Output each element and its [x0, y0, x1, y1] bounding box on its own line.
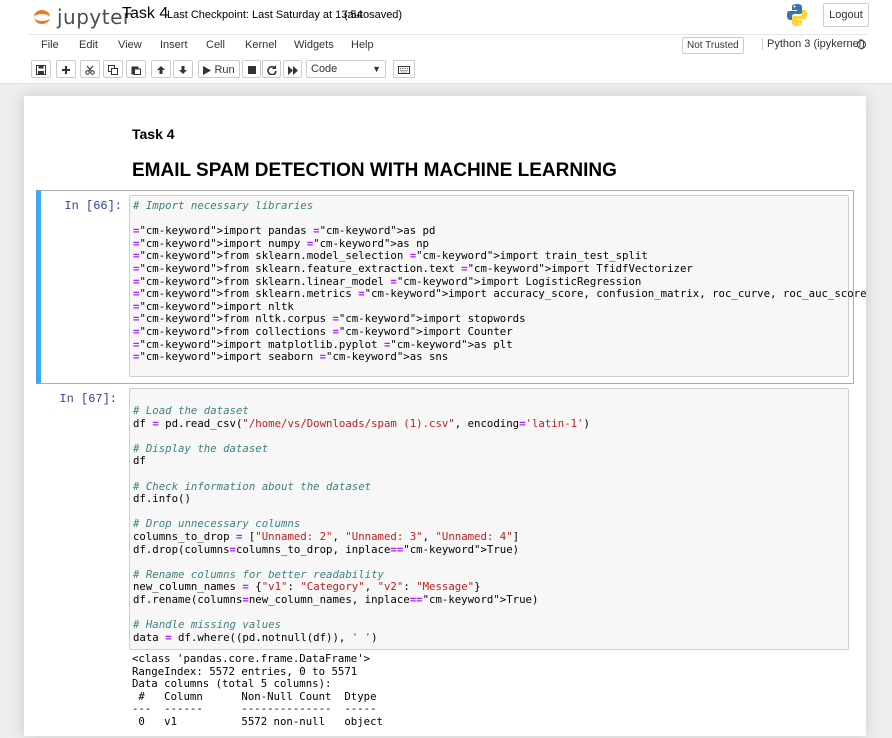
- interrupt-button[interactable]: [242, 60, 261, 78]
- copy-button[interactable]: [103, 60, 123, 78]
- checkpoint-status: Last Checkpoint: Last Saturday at 13:54: [167, 9, 363, 21]
- cell-prompt: In [66]:: [64, 199, 122, 213]
- menu-container: File Edit View Insert Cell Kernel Widget…: [28, 34, 868, 57]
- run-label: Run: [214, 64, 235, 76]
- jupyter-logo-icon: [33, 7, 51, 27]
- save-icon: [36, 65, 46, 76]
- keyboard-icon: [398, 66, 410, 75]
- code-input[interactable]: # Load the dataset df = pd.read_csv("/ho…: [129, 388, 849, 650]
- markdown-heading-task: Task 4: [132, 126, 175, 142]
- code-input[interactable]: # Import necessary libraries ="cm-keywor…: [129, 195, 867, 377]
- play-icon: [203, 65, 212, 75]
- menu-help[interactable]: Help: [351, 39, 374, 51]
- logout-button[interactable]: Logout: [823, 3, 869, 27]
- kernel-name: Python 3 (ipykernel): [762, 38, 865, 50]
- menu-widgets[interactable]: Widgets: [294, 39, 334, 51]
- code-cell[interactable]: In [66]: # Import necessary libraries ="…: [36, 190, 867, 384]
- command-palette-button[interactable]: [393, 60, 415, 78]
- python-logo-icon: [787, 4, 807, 26]
- markdown-heading-title: EMAIL SPAM DETECTION WITH MACHINE LEARNI…: [132, 160, 617, 181]
- logo-text: jupyter: [57, 5, 132, 29]
- restart-run-all-button[interactable]: [283, 60, 302, 78]
- restart-button[interactable]: [262, 60, 281, 78]
- menu-edit[interactable]: Edit: [79, 39, 98, 51]
- scissors-icon: [85, 65, 95, 75]
- menu-view[interactable]: View: [118, 39, 142, 51]
- cell-type-select[interactable]: Code ▼: [306, 60, 386, 78]
- cell-output: <class 'pandas.core.frame.DataFrame'> Ra…: [132, 652, 383, 728]
- cell-type-value: Code: [311, 63, 338, 75]
- notebook-container: Task 4 EMAIL SPAM DETECTION WITH MACHINE…: [24, 96, 867, 738]
- stop-icon: [247, 66, 256, 75]
- run-button[interactable]: Run: [198, 60, 240, 78]
- save-button[interactable]: [31, 60, 51, 78]
- kernel-idle-indicator-icon: [857, 40, 866, 49]
- code-text[interactable]: # Import necessary libraries ="cm-keywor…: [133, 199, 867, 364]
- move-up-button[interactable]: [151, 60, 171, 78]
- jupyter-logo[interactable]: jupyter: [33, 5, 132, 29]
- cut-button[interactable]: [80, 60, 100, 78]
- move-down-button[interactable]: [173, 60, 193, 78]
- plus-icon: [62, 66, 70, 75]
- arrow-down-icon: [179, 66, 187, 75]
- code-cell[interactable]: In [67]: # Load the dataset df = pd.read…: [41, 388, 854, 738]
- fast-forward-icon: [287, 65, 298, 75]
- restart-icon: [266, 65, 277, 76]
- menu-insert[interactable]: Insert: [160, 39, 188, 51]
- copy-icon: [108, 65, 118, 76]
- notebook-title[interactable]: Task 4: [122, 5, 168, 23]
- menu-cell[interactable]: Cell: [206, 39, 225, 51]
- chevron-down-icon: ▼: [372, 64, 381, 74]
- autosave-status: (autosaved): [344, 9, 403, 21]
- menu-kernel[interactable]: Kernel: [245, 39, 277, 51]
- toolbar: Run Code ▼: [0, 56, 892, 84]
- paste-button[interactable]: [126, 60, 146, 78]
- cell-prompt: In [67]:: [59, 392, 117, 406]
- trust-status-button[interactable]: Not Trusted: [682, 37, 744, 54]
- menubar: File Edit View Insert Cell Kernel Widget…: [0, 34, 892, 57]
- insert-cell-button[interactable]: [56, 60, 76, 78]
- menu-file[interactable]: File: [41, 39, 59, 51]
- paste-icon: [131, 66, 141, 76]
- arrow-up-icon: [157, 66, 165, 75]
- header: jupyter Task 4 Last Checkpoint: Last Sat…: [0, 0, 892, 34]
- code-text[interactable]: # Load the dataset df = pd.read_csv("/ho…: [133, 404, 590, 644]
